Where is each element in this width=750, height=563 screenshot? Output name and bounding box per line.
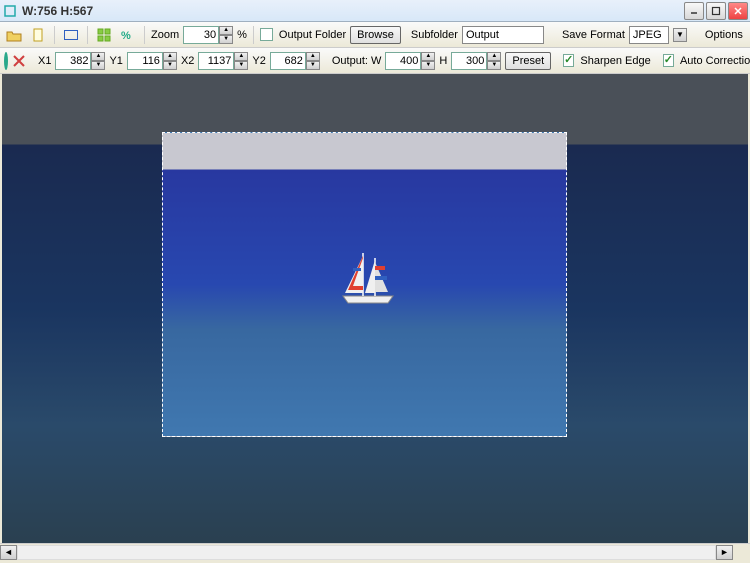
output-w-input[interactable] <box>385 52 421 70</box>
h-label: H <box>439 55 447 67</box>
sailboat-graphic <box>333 248 403 308</box>
save-format-dropdown-arrow[interactable]: ▼ <box>673 28 687 42</box>
y1-label: Y1 <box>109 55 122 67</box>
x2-spinner[interactable]: ▲▼ <box>234 52 248 70</box>
y1-input[interactable] <box>127 52 163 70</box>
resize-grip[interactable] <box>733 545 750 560</box>
x2-input[interactable] <box>198 52 234 70</box>
crop-selection[interactable] <box>162 132 567 437</box>
output-h-input[interactable] <box>451 52 487 70</box>
x1-label: X1 <box>38 55 51 67</box>
save-format-dropdown[interactable]: JPEG <box>629 26 669 44</box>
save-format-label: Save Format <box>562 29 625 41</box>
zoom-spinner[interactable]: ▲▼ <box>219 26 233 44</box>
separator <box>87 26 88 44</box>
subfolder-input[interactable] <box>462 26 544 44</box>
separator <box>144 26 145 44</box>
y2-spinner[interactable]: ▲▼ <box>306 52 320 70</box>
scroll-right-button[interactable]: ► <box>716 545 733 560</box>
zoom-label: Zoom <box>151 29 179 41</box>
separator <box>253 26 254 44</box>
scroll-track[interactable] <box>17 545 716 560</box>
x1-input[interactable] <box>55 52 91 70</box>
autocorrect-checkbox[interactable] <box>663 54 674 67</box>
minimize-button[interactable] <box>684 2 704 20</box>
y1-spinner[interactable]: ▲▼ <box>163 52 177 70</box>
app-icon <box>2 3 18 19</box>
separator <box>54 26 55 44</box>
options-link[interactable]: Options <box>705 29 743 41</box>
x2-label: X2 <box>181 55 194 67</box>
x1-spinner[interactable]: ▲▼ <box>91 52 105 70</box>
selection-rect-icon[interactable] <box>61 25 81 45</box>
image-canvas[interactable] <box>2 74 748 543</box>
toolbar-row-2: X1 ▲▼ Y1 ▲▼ X2 ▲▼ Y2 ▲▼ Output: W ▲▼ H ▲… <box>0 48 750 74</box>
document-icon[interactable] <box>28 25 48 45</box>
y2-input[interactable] <box>270 52 306 70</box>
open-folder-icon[interactable] <box>4 25 24 45</box>
output-folder-checkbox[interactable] <box>260 28 273 41</box>
subfolder-label: Subfolder <box>411 29 458 41</box>
ratio-icon[interactable]: % <box>118 25 138 45</box>
preset-button[interactable]: Preset <box>505 52 551 70</box>
toolbar-row-1: % Zoom ▲▼ % Output Folder Browse Subfold… <box>0 22 750 48</box>
titlebar: W:756 H:567 <box>0 0 750 22</box>
y2-label: Y2 <box>252 55 265 67</box>
fit-grid-icon[interactable] <box>94 25 114 45</box>
zoom-unit: % <box>237 29 247 41</box>
sharpen-label: Sharpen Edge <box>580 55 650 67</box>
svg-text:%: % <box>121 30 131 42</box>
output-w-spinner[interactable]: ▲▼ <box>421 52 435 70</box>
output-h-spinner[interactable]: ▲▼ <box>487 52 501 70</box>
output-w-label: Output: W <box>332 55 382 67</box>
save-format-value: JPEG <box>633 29 665 41</box>
cancel-x-icon[interactable] <box>12 51 26 71</box>
close-button[interactable] <box>728 2 748 20</box>
output-folder-label: Output Folder <box>279 29 346 41</box>
browse-button[interactable]: Browse <box>350 26 401 44</box>
sharpen-checkbox[interactable] <box>563 54 574 67</box>
window-title: W:756 H:567 <box>22 4 684 18</box>
maximize-button[interactable] <box>706 2 726 20</box>
scroll-left-button[interactable]: ◄ <box>0 545 17 560</box>
accept-button[interactable] <box>4 52 8 70</box>
zoom-input[interactable] <box>183 26 219 44</box>
autocorrect-label: Auto Correction <box>680 55 750 67</box>
horizontal-scrollbar[interactable]: ◄ ► <box>0 543 750 560</box>
